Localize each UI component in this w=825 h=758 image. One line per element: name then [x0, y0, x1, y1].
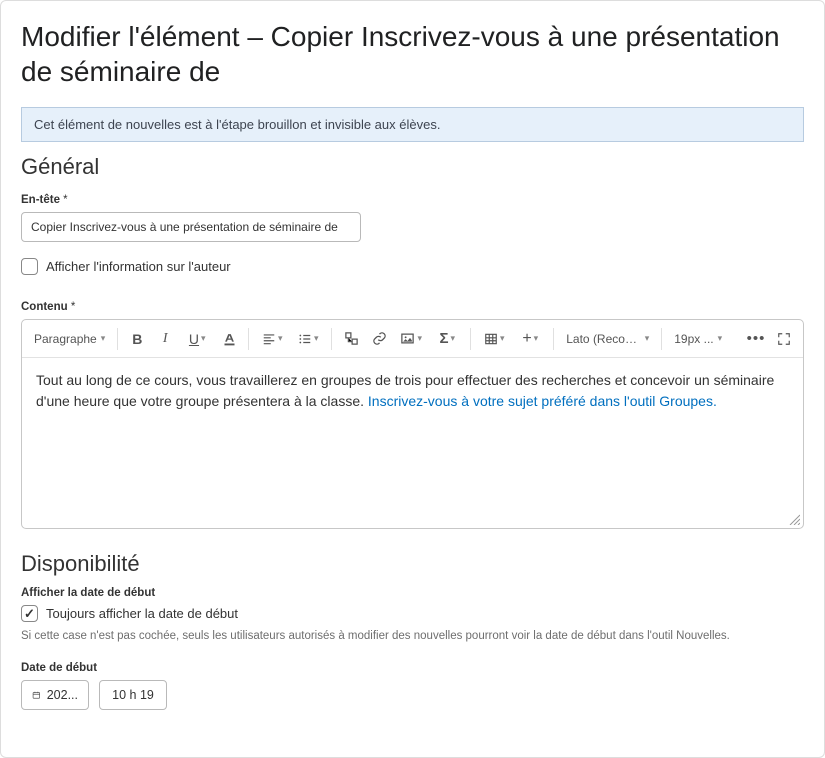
insert-stuff-button[interactable] [338, 326, 364, 352]
start-date-label: Date de début [21, 662, 804, 674]
start-date-picker[interactable]: 202... [21, 680, 89, 710]
chevron-down-icon: ▾ [645, 333, 650, 344]
show-author-label: Afficher l'information sur l'auteur [46, 259, 231, 274]
ellipsis-icon: ••• [747, 330, 766, 347]
chevron-down-icon: ▾ [417, 333, 422, 344]
headline-label: En-tête [21, 194, 804, 206]
paragraph-dropdown[interactable]: Paragraphe ▾ [28, 328, 111, 350]
bold-icon: B [132, 331, 142, 347]
start-date-row: 202... 10 h 19 [21, 680, 804, 710]
rich-text-editor: Paragraphe ▾ B I U▾ ▾ ▾ [21, 319, 804, 529]
show-author-checkbox[interactable] [21, 258, 38, 275]
fullscreen-icon [777, 332, 791, 346]
chevron-down-icon: ▾ [450, 333, 455, 344]
editor-body-link[interactable]: Inscrivez-vous à votre sujet préféré dan… [368, 393, 717, 409]
insert-link-button[interactable] [366, 326, 392, 352]
italic-button[interactable]: I [152, 326, 178, 352]
always-show-start-label: Toujours afficher la date de début [46, 606, 238, 621]
table-button[interactable]: ▾ [477, 326, 511, 352]
align-button[interactable]: ▾ [255, 326, 289, 352]
link-icon [372, 331, 387, 346]
image-icon [400, 331, 415, 346]
more-actions-button[interactable]: ••• [743, 326, 769, 352]
show-author-row: Afficher l'information sur l'auteur [21, 258, 804, 275]
text-color-button[interactable] [216, 326, 242, 352]
resize-handle[interactable] [788, 513, 800, 525]
font-family-dropdown[interactable]: Lato (Recom... ▾ [560, 328, 655, 350]
underline-button[interactable]: U▾ [180, 326, 214, 352]
list-icon [298, 332, 312, 346]
page-title: Modifier l'élément – Copier Inscrivez-vo… [21, 19, 804, 89]
chevron-down-icon: ▾ [101, 333, 106, 344]
font-size-dropdown[interactable]: 19px ... ▾ [668, 328, 728, 350]
start-date-value: 202... [47, 688, 78, 702]
plus-icon: + [522, 330, 531, 348]
chevron-down-icon: ▾ [314, 333, 319, 344]
insert-image-button[interactable]: ▾ [394, 326, 428, 352]
always-show-start-help: Si cette case n'est pas cochée, seuls le… [21, 628, 804, 644]
section-availability-heading: Disponibilité [21, 551, 804, 577]
page-container: Modifier l'élément – Copier Inscrivez-vo… [0, 0, 825, 758]
plus-button[interactable]: + ▾ [513, 326, 547, 352]
chevron-down-icon: ▾ [201, 333, 206, 344]
italic-icon: I [163, 331, 168, 347]
chevron-down-icon: ▾ [534, 333, 539, 344]
editor-content-area[interactable]: Tout au long de ce cours, vous travaille… [22, 358, 803, 528]
start-time-picker[interactable]: 10 h 19 [99, 680, 167, 710]
start-time-value: 10 h 19 [112, 688, 154, 702]
always-show-start-checkbox[interactable] [21, 605, 38, 622]
calendar-icon [32, 688, 41, 702]
equation-button[interactable]: Σ ▾ [430, 326, 464, 352]
draft-info-banner: Cet élément de nouvelles est à l'étape b… [21, 107, 804, 142]
show-start-date-label: Afficher la date de début [21, 587, 804, 599]
content-label: Contenu [21, 301, 804, 313]
section-general-heading: Général [21, 154, 804, 180]
table-icon [484, 332, 498, 346]
align-icon [262, 332, 276, 346]
sigma-icon: Σ [439, 330, 448, 347]
chevron-down-icon: ▾ [718, 333, 723, 344]
editor-toolbar: Paragraphe ▾ B I U▾ ▾ ▾ [22, 320, 803, 358]
list-button[interactable]: ▾ [291, 326, 325, 352]
underline-icon: U [189, 331, 199, 347]
always-show-start-row: Toujours afficher la date de début [21, 605, 804, 622]
chevron-down-icon: ▾ [278, 333, 283, 344]
headline-input[interactable] [21, 212, 361, 242]
text-color-icon [222, 331, 237, 346]
bold-button[interactable]: B [124, 326, 150, 352]
insert-stuff-icon [344, 331, 359, 346]
chevron-down-icon: ▾ [500, 333, 505, 344]
fullscreen-button[interactable] [771, 326, 797, 352]
